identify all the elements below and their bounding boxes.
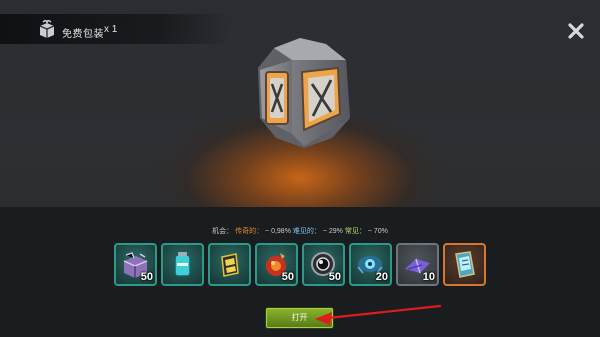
open-button[interactable]: 打开 [266, 308, 333, 328]
reward-slot[interactable]: 20 [349, 243, 392, 286]
reward-qty: 50 [328, 271, 341, 283]
legendary-label: 传奇的： [235, 228, 264, 235]
reward-qty: 50 [281, 271, 294, 283]
common-label: 常见： [344, 228, 366, 235]
reward-qty: 20 [375, 271, 388, 283]
rare-value: ~ 29% [322, 228, 343, 235]
device-card-icon [455, 251, 475, 278]
reward-qty: 10 [422, 271, 435, 283]
reward-slot[interactable]: 10 [396, 243, 439, 286]
open-button-label: 打开 [291, 313, 308, 322]
reward-qty: 50 [140, 271, 153, 283]
pack-opening-screen: 免费包装 x 1 机会： 传奇的： ~ 0,98% 难见的： ~ 29% 常见： [0, 0, 600, 337]
reward-slot[interactable]: 50 [114, 243, 157, 286]
reward-slot[interactable]: 50 [302, 243, 345, 286]
close-icon[interactable] [566, 21, 586, 41]
battery-icon [174, 252, 191, 277]
legendary-value: ~ 0,98% [265, 228, 291, 235]
reward-slot[interactable]: 50 [255, 243, 298, 286]
crate-icon [258, 38, 350, 148]
reward-slot[interactable] [161, 243, 204, 286]
drop-odds: 机会： 传奇的： ~ 0,98% 难见的： ~ 29% 常见： ~ 70% [0, 226, 600, 236]
common-value: ~ 70% [367, 228, 388, 235]
gift-box-icon [39, 19, 55, 38]
pack-count: x 1 [104, 24, 118, 35]
odds-label: 机会： [212, 228, 234, 235]
reward-slot[interactable] [443, 243, 486, 286]
power-cell-icon [221, 253, 239, 277]
pack-title: 免费包装 [62, 29, 104, 40]
rare-label: 难见的： [292, 228, 321, 235]
reward-slot[interactable] [208, 243, 251, 286]
